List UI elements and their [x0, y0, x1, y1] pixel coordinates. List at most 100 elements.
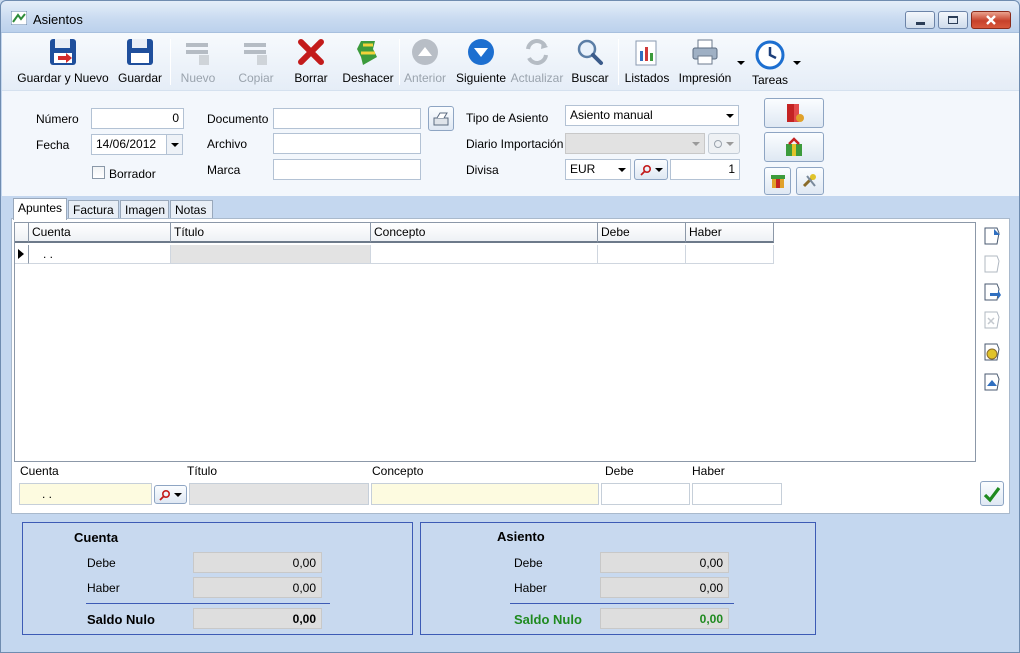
toolbar-separator — [170, 39, 171, 85]
diario-importacion-select[interactable] — [565, 133, 705, 154]
toolbar-separator — [618, 39, 619, 85]
entry-cuenta-label: Cuenta — [20, 464, 59, 478]
borrar-button[interactable]: Borrar — [290, 35, 332, 89]
tools-icon — [802, 174, 816, 188]
borrador-checkbox[interactable] — [92, 166, 105, 179]
fecha-dropdown-icon[interactable] — [166, 135, 182, 154]
toolbar-separator — [399, 39, 400, 85]
confirm-apunte-button[interactable] — [980, 481, 1004, 506]
printer-icon — [692, 39, 718, 65]
table-cell-concepto[interactable] — [371, 245, 598, 264]
fecha-label: Fecha — [36, 138, 70, 152]
entry-debe-field[interactable] — [601, 483, 690, 505]
apuntes-panel: Cuenta Título Concepto Debe Haber . . Cu… — [11, 218, 1010, 514]
asientos-window: Asientos Guardar y Nuevo Guardar Nuevo C… — [0, 0, 1020, 653]
chevron-down-icon — [722, 106, 738, 125]
regalo-button[interactable] — [764, 132, 824, 162]
apuntes-grid[interactable]: Cuenta Título Concepto Debe Haber . . — [14, 222, 976, 462]
documento-field[interactable] — [273, 108, 421, 129]
copiar-button[interactable]: Copiar — [230, 35, 282, 89]
row-indicator[interactable] — [15, 245, 29, 264]
chevron-down-icon — [614, 160, 630, 179]
delete-row-disabled-icon[interactable] — [980, 309, 1002, 331]
diario-options-button[interactable] — [708, 133, 740, 154]
buscar-button[interactable]: Buscar — [570, 35, 610, 89]
entry-cuenta-field[interactable]: . . — [19, 483, 152, 505]
save-icon — [127, 39, 153, 65]
bulk-edit-icon[interactable] — [980, 341, 1002, 363]
accion-1-button[interactable] — [764, 167, 791, 195]
deshacer-button[interactable]: Deshacer — [340, 35, 396, 89]
archivo-field[interactable] — [273, 133, 421, 154]
table-cell-debe[interactable] — [598, 245, 686, 264]
books-icon — [787, 104, 804, 122]
append-row-icon[interactable] — [980, 281, 1002, 303]
marca-field[interactable] — [273, 159, 421, 180]
accion-2-button[interactable] — [796, 167, 824, 195]
divisa-select[interactable]: EUR — [565, 159, 631, 180]
entry-debe-label: Debe — [605, 464, 634, 478]
cambio-field[interactable]: 1 — [670, 159, 740, 180]
insert-row-icon[interactable] — [980, 225, 1002, 247]
tipo-asiento-label: Tipo de Asiento — [466, 111, 549, 125]
asiento-summary-title: Asiento — [497, 529, 545, 544]
entry-concepto-field[interactable] — [371, 483, 599, 505]
impresion-dropdown-icon[interactable] — [737, 61, 745, 65]
column-header-concepto[interactable]: Concepto — [371, 223, 598, 243]
archivo-label: Archivo — [207, 137, 248, 151]
table-cell-cuenta[interactable]: . . — [29, 245, 171, 264]
tab-apuntes[interactable]: Apuntes — [13, 198, 67, 220]
asiento-debe-label: Debe — [514, 556, 543, 570]
numero-field[interactable]: 0 — [91, 108, 184, 129]
entry-titulo-field[interactable] — [189, 483, 369, 505]
asiento-saldo-label: Saldo Nulo — [514, 612, 582, 627]
column-header-debe[interactable]: Debe — [598, 223, 686, 243]
siguiente-button[interactable]: Siguiente — [454, 35, 508, 89]
column-header-titulo[interactable]: Título — [171, 223, 371, 243]
row-header-corner — [15, 223, 29, 243]
close-button[interactable] — [971, 11, 1011, 29]
tab-imagen[interactable]: Imagen — [120, 200, 169, 219]
tab-notas[interactable]: Notas — [170, 200, 213, 219]
entry-cuenta-search-button[interactable] — [154, 485, 187, 504]
cuenta-saldo-label: Saldo Nulo — [87, 612, 155, 627]
anterior-button[interactable]: Anterior — [401, 35, 449, 89]
tipo-asiento-select[interactable]: Asiento manual — [565, 105, 739, 126]
listados-button[interactable]: Listados — [622, 35, 672, 89]
minimize-button[interactable] — [905, 11, 935, 29]
delete-x-icon — [298, 39, 324, 65]
cuenta-summary-box: Cuenta Debe 0,00 Haber 0,00 Saldo Nulo 0… — [22, 522, 413, 635]
divisa-search-button[interactable] — [634, 159, 668, 180]
numero-label: Número — [36, 112, 79, 126]
fecha-field[interactable]: 14/06/2012 — [91, 134, 183, 155]
asiento-haber-label: Haber — [514, 581, 547, 595]
libros-button[interactable] — [764, 98, 824, 128]
guardar-button[interactable]: Guardar — [114, 35, 166, 89]
asiento-haber-value: 0,00 — [600, 577, 729, 598]
asiento-summary-box: Asiento Debe 0,00 Haber 0,00 Saldo Nulo … — [420, 522, 816, 635]
tab-factura[interactable]: Factura — [68, 200, 119, 219]
move-row-icon[interactable] — [980, 371, 1002, 393]
table-cell-haber[interactable] — [686, 245, 774, 264]
entry-haber-field[interactable] — [692, 483, 782, 505]
entry-haber-label: Haber — [692, 464, 725, 478]
cuenta-debe-label: Debe — [87, 556, 116, 570]
tareas-dropdown-icon[interactable] — [793, 61, 801, 65]
divisa-label: Divisa — [466, 163, 499, 177]
column-header-cuenta[interactable]: Cuenta — [29, 223, 171, 243]
insert-row-disabled-icon[interactable] — [980, 253, 1002, 275]
guardar-y-nuevo-button[interactable]: Guardar y Nuevo — [16, 35, 110, 89]
nuevo-button[interactable]: Nuevo — [176, 35, 220, 89]
search-icon — [577, 39, 603, 65]
divisa-value: EUR — [570, 162, 596, 176]
table-cell-titulo[interactable] — [171, 245, 371, 264]
column-header-haber[interactable]: Haber — [686, 223, 774, 243]
tareas-button[interactable]: Tareas — [748, 35, 792, 89]
maximize-button[interactable] — [938, 11, 968, 29]
refresh-icon — [526, 39, 548, 65]
save-new-icon — [50, 39, 76, 65]
impresion-button[interactable]: Impresión — [674, 35, 736, 89]
documento-scan-button[interactable] — [428, 106, 454, 131]
cuenta-debe-value: 0,00 — [193, 552, 322, 573]
actualizar-button[interactable]: Actualizar — [509, 35, 565, 89]
